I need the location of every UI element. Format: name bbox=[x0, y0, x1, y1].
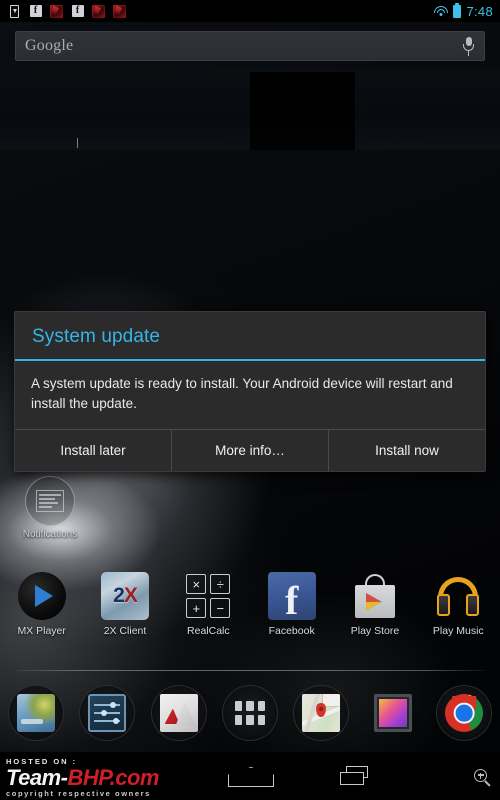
google-search-bar[interactable]: Google bbox=[15, 31, 485, 61]
facebook-glyph: f bbox=[284, 578, 299, 624]
wallpaper-dark-patch bbox=[250, 72, 355, 150]
settings-sliders-icon[interactable] bbox=[88, 694, 127, 732]
calc-key-divide: ÷ bbox=[210, 574, 231, 594]
app-2x-client[interactable]: 2X 2X Client bbox=[83, 572, 166, 637]
app-label: MX Player bbox=[17, 625, 66, 637]
download-icon bbox=[7, 4, 22, 19]
system-update-dialog: System update A system update is ready t… bbox=[14, 311, 486, 473]
2x-glyph-letter: X bbox=[123, 584, 138, 607]
dock-item-chrome[interactable] bbox=[429, 685, 500, 741]
maps-icon[interactable] bbox=[302, 694, 341, 732]
more-info-button[interactable]: More info… bbox=[171, 430, 328, 472]
dialog-title: System update bbox=[32, 326, 161, 347]
realcalc-icon[interactable]: × ÷ + − bbox=[184, 572, 232, 620]
status-bar-system-icons: 7:48 bbox=[433, 4, 493, 19]
app-play-music[interactable]: Play Music bbox=[417, 572, 500, 637]
mx-player-icon[interactable] bbox=[17, 572, 66, 620]
calc-key-plus: + bbox=[186, 598, 207, 618]
dock-item-app-drawer[interactable] bbox=[214, 685, 285, 741]
app-label: 2X Client bbox=[103, 625, 147, 637]
wifi-icon bbox=[433, 5, 448, 17]
install-later-button[interactable]: Install later bbox=[15, 430, 171, 471]
zoom-in-icon[interactable] bbox=[474, 769, 492, 787]
app-label: RealCalc bbox=[187, 625, 230, 637]
notifications-list-icon[interactable] bbox=[25, 476, 75, 526]
home-icon[interactable] bbox=[228, 767, 272, 785]
watermark-brand-team: Team- bbox=[6, 765, 68, 790]
dock bbox=[0, 682, 500, 744]
microphone-icon[interactable] bbox=[462, 36, 475, 56]
dialog-title-area: System update bbox=[15, 312, 485, 361]
dock-item-gallery-photo[interactable] bbox=[143, 685, 214, 741]
notifications-widget[interactable]: Notifications bbox=[19, 476, 81, 540]
app-notification-red-icon bbox=[49, 4, 64, 19]
watermark: HOSTED ON : Team-BHP.com copyright respe… bbox=[0, 755, 196, 800]
battery-icon bbox=[453, 4, 462, 18]
play-store-icon[interactable] bbox=[351, 572, 399, 620]
app-label: Play Music bbox=[432, 625, 484, 637]
app-notification-red-icon-2 bbox=[91, 4, 106, 19]
wallpaper-streak bbox=[77, 138, 78, 148]
photo-red-icon[interactable] bbox=[159, 694, 198, 732]
watermark-brand-com: .com bbox=[109, 765, 160, 790]
gallery-icon[interactable] bbox=[373, 694, 412, 732]
dialog-message: A system update is ready to install. You… bbox=[31, 376, 453, 411]
install-now-button[interactable]: Install now bbox=[328, 430, 485, 472]
app-label: Play Store bbox=[350, 625, 400, 637]
facebook-notification-icon: f bbox=[28, 4, 43, 19]
status-bar-clock: 7:48 bbox=[466, 3, 493, 19]
app-drawer-icon[interactable] bbox=[231, 694, 269, 732]
app-play-store[interactable]: Play Store bbox=[333, 572, 416, 637]
watermark-brand-bhp: BHP bbox=[67, 765, 110, 790]
app-realcalc[interactable]: × ÷ + − RealCalc bbox=[167, 572, 250, 637]
2x-glyph-number: 2 bbox=[113, 584, 125, 607]
watermark-brand: Team-BHP.com bbox=[6, 766, 192, 789]
dock-item-settings[interactable] bbox=[71, 685, 142, 741]
dialog-button-bar: Install later More info… Install now bbox=[15, 429, 485, 472]
facebook-notification-icon-2: f bbox=[70, 4, 85, 19]
chrome-icon[interactable] bbox=[445, 694, 484, 732]
notifications-widget-label: Notifications bbox=[22, 529, 78, 540]
calc-key-multiply: × bbox=[186, 574, 207, 594]
recents-icon[interactable] bbox=[340, 766, 374, 786]
app-label: Facebook bbox=[268, 625, 315, 637]
dock-item-gallery[interactable] bbox=[357, 685, 428, 741]
calc-key-minus: − bbox=[210, 598, 231, 618]
browser-earth-icon[interactable] bbox=[16, 694, 55, 732]
app-grid: MX Player 2X 2X Client × ÷ + − RealCalc … bbox=[0, 572, 500, 637]
dock-item-browser[interactable] bbox=[0, 685, 71, 741]
android-home-screen: f f 7:48 Google Notifications MX Player bbox=[0, 0, 500, 800]
dock-divider bbox=[17, 670, 483, 671]
facebook-icon[interactable]: f bbox=[267, 572, 316, 624]
watermark-bottom-text: copyright respective owners bbox=[6, 789, 151, 799]
app-notification-red-icon-3 bbox=[112, 4, 127, 19]
play-music-icon[interactable] bbox=[434, 572, 482, 620]
2x-client-icon[interactable]: 2X bbox=[100, 572, 149, 620]
search-input[interactable]: Google bbox=[25, 37, 73, 55]
status-bar-notification-icons: f f bbox=[7, 4, 127, 19]
app-mx-player[interactable]: MX Player bbox=[0, 572, 83, 637]
dock-item-maps[interactable] bbox=[286, 685, 357, 741]
status-bar[interactable]: f f 7:48 bbox=[0, 0, 500, 22]
app-facebook[interactable]: f Facebook bbox=[250, 572, 333, 637]
